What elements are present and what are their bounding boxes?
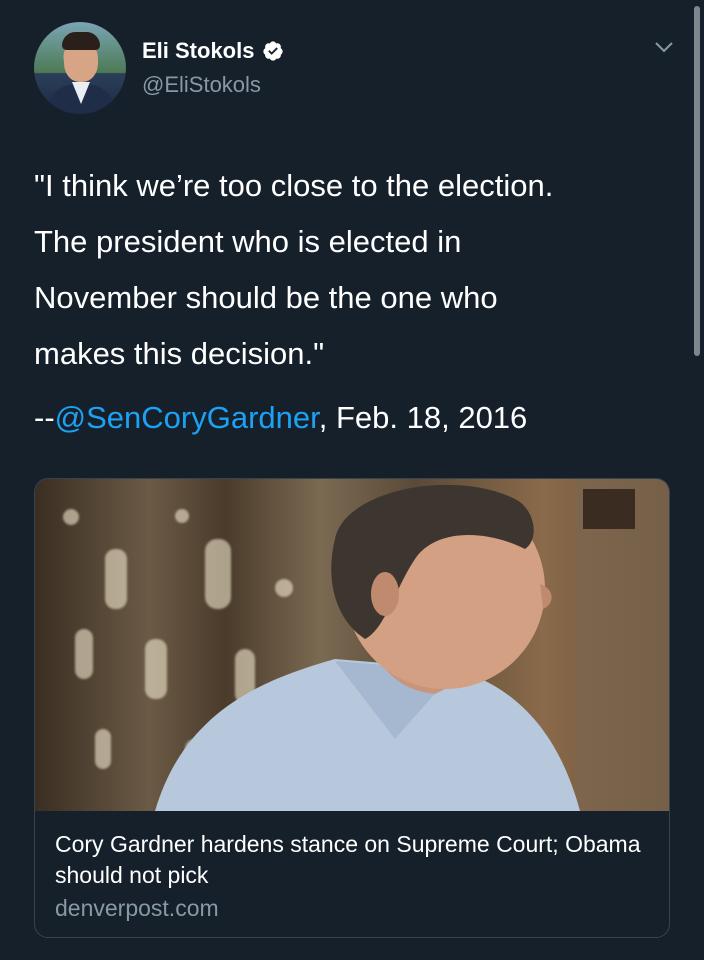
tweet-text: "I think we’re too close to the election…: [34, 158, 674, 446]
card-body[interactable]: Cory Gardner hardens stance on Supreme C…: [35, 811, 669, 937]
card-domain: denverpost.com: [55, 895, 219, 921]
tweet-attribution: --@SenCoryGardner, Feb. 18, 2016: [34, 390, 674, 446]
attribution-prefix: --: [34, 400, 55, 435]
tweet-header: Eli Stokols @EliStokols: [34, 22, 684, 118]
avatar[interactable]: [34, 22, 126, 114]
page-scrollbar[interactable]: [694, 6, 700, 356]
tweet-text-line: The president who is elected in: [34, 224, 462, 259]
author-name[interactable]: Eli Stokols: [142, 38, 254, 64]
tweet-text-line: makes this decision.": [34, 336, 325, 371]
verified-badge-icon: [263, 41, 284, 61]
chevron-down-icon[interactable]: [654, 40, 674, 54]
mention-link[interactable]: @SenCoryGardner: [55, 400, 319, 435]
card-image[interactable]: [35, 479, 669, 811]
person-photo: [155, 479, 669, 811]
attribution-date: , Feb. 18, 2016: [318, 400, 528, 435]
card-title[interactable]: Cory Gardner hardens stance on Supreme C…: [55, 829, 645, 891]
link-preview-card[interactable]: Cory Gardner hardens stance on Supreme C…: [34, 478, 670, 938]
tweet-text-line: "I think we’re too close to the election…: [34, 168, 554, 203]
author-name-row[interactable]: Eli Stokols: [142, 38, 284, 64]
tweet-text-line: November should be the one who: [34, 280, 498, 315]
author-handle[interactable]: @EliStokols: [142, 72, 261, 98]
